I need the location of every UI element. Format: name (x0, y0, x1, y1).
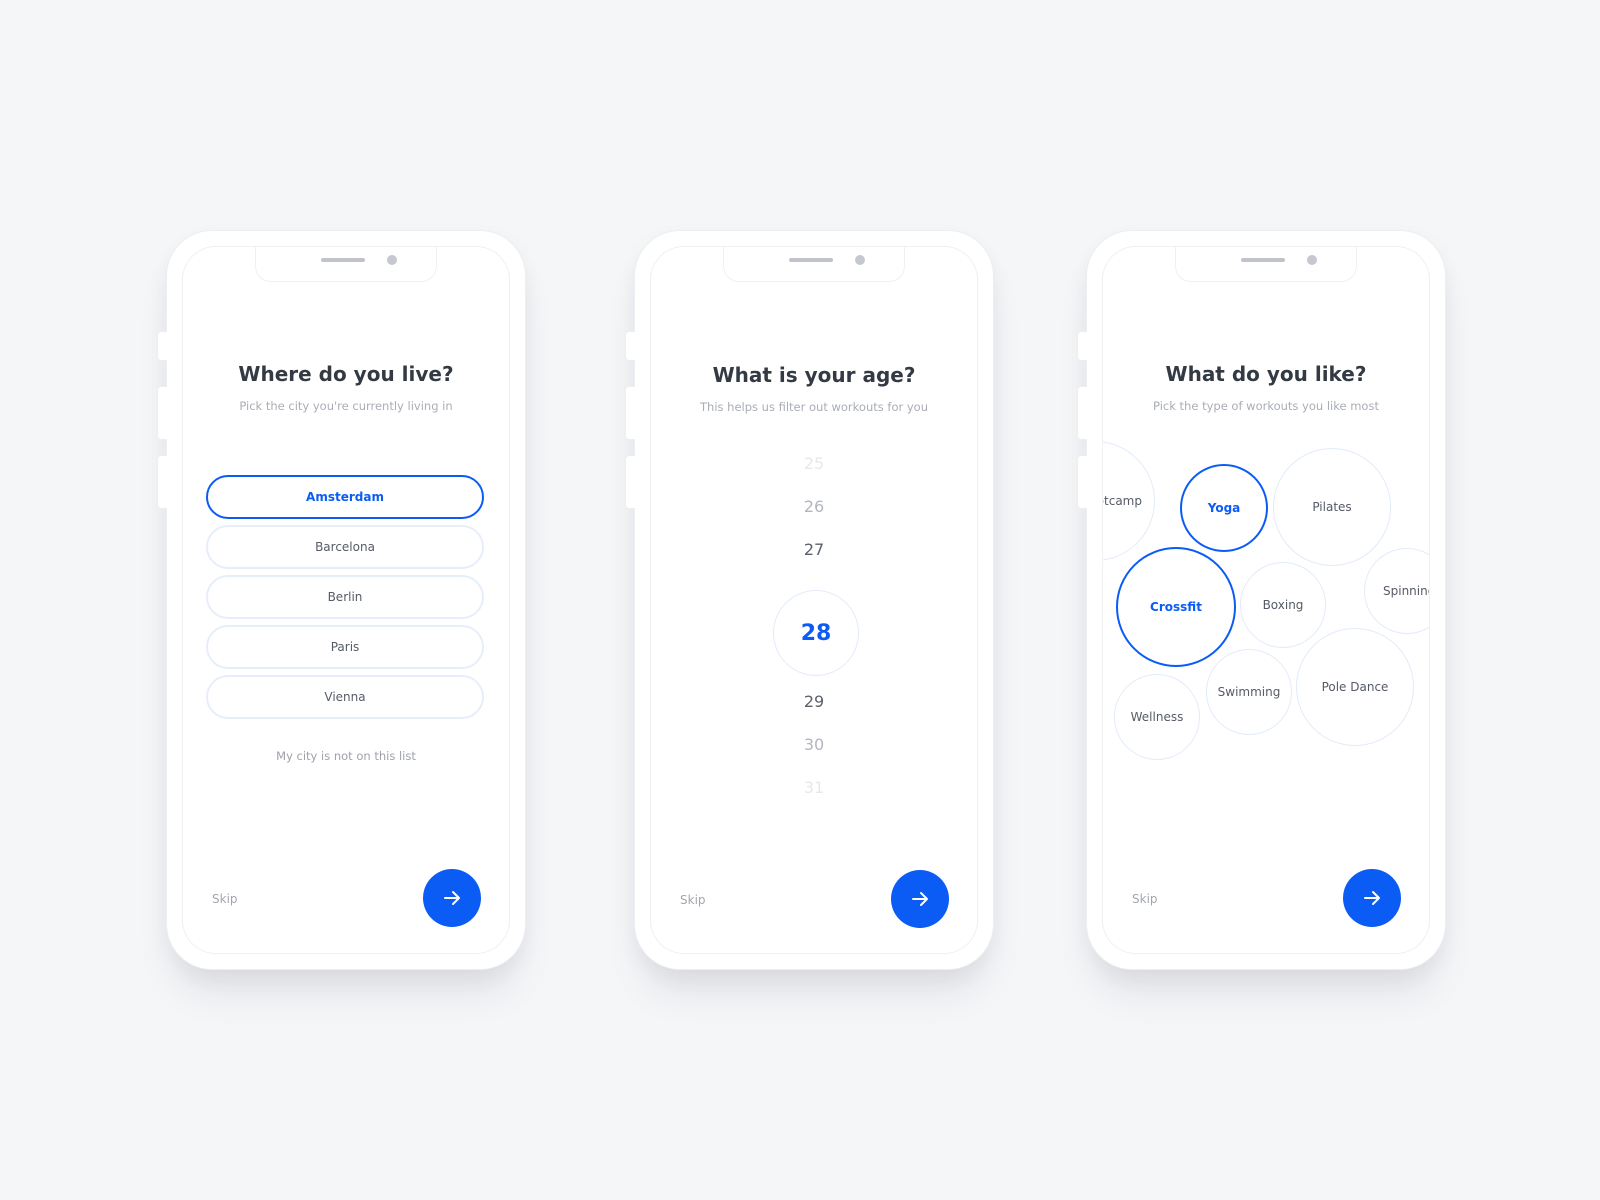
city-option-berlin[interactable]: Berlin (206, 575, 484, 619)
screen: What is your age? This helps us filter o… (650, 246, 978, 954)
city-option-paris[interactable]: Paris (206, 625, 484, 669)
age-option[interactable]: 30 (651, 735, 977, 754)
page-subtitle: This helps us filter out workouts for yo… (700, 400, 928, 414)
speaker-icon (321, 258, 365, 262)
page-title: Where do you live? (238, 362, 454, 386)
phone-side-button (157, 331, 167, 361)
phone-city-screen: Where do you live? Pick the city you're … (157, 230, 526, 970)
speaker-icon (1241, 258, 1285, 262)
camera-icon (387, 255, 397, 265)
phone-side-button (157, 386, 167, 440)
next-button[interactable] (1343, 869, 1401, 927)
age-option[interactable]: 25 (651, 454, 977, 473)
workout-bubble-wellness[interactable]: Wellness (1114, 674, 1200, 760)
phone-side-button (625, 331, 635, 361)
arrow-right-icon (1364, 891, 1380, 905)
notch (1175, 247, 1357, 282)
workout-bubble-yoga[interactable]: Yoga (1180, 464, 1268, 552)
phone-side-button (1077, 455, 1087, 509)
notch (723, 247, 905, 282)
workout-bubble-bootcamp[interactable]: Bootcamp (1103, 441, 1155, 561)
next-button[interactable] (891, 870, 949, 928)
speaker-icon (789, 258, 833, 262)
notch (255, 247, 437, 282)
age-option[interactable]: 27 (651, 540, 977, 559)
phone-side-button (625, 455, 635, 509)
page-title: What do you like? (1165, 362, 1367, 386)
next-button[interactable] (423, 869, 481, 927)
workout-bubble-boxing[interactable]: Boxing (1240, 562, 1326, 648)
phone-side-button (1077, 386, 1087, 440)
phone-side-button (157, 455, 167, 509)
workout-bubble-pilates[interactable]: Pilates (1273, 448, 1391, 566)
arrow-right-icon (444, 891, 460, 905)
skip-button[interactable]: Skip (1132, 892, 1158, 906)
age-option[interactable]: 31 (651, 778, 977, 797)
camera-icon (1307, 255, 1317, 265)
workout-bubble-swimming[interactable]: Swimming (1206, 649, 1292, 735)
phone-workouts-screen: What do you like? Pick the type of worko… (1077, 230, 1446, 970)
age-option[interactable]: 26 (651, 497, 977, 516)
screen: Where do you live? Pick the city you're … (182, 246, 510, 954)
workout-bubble-pole-dance[interactable]: Pole Dance (1296, 628, 1414, 746)
arrow-right-icon (912, 892, 928, 906)
screen: What do you like? Pick the type of worko… (1102, 246, 1430, 954)
page-title: What is your age? (712, 363, 916, 387)
workout-bubble-spinning[interactable]: Spinning (1364, 548, 1429, 634)
age-option[interactable]: 29 (651, 692, 977, 711)
city-not-listed-link[interactable]: My city is not on this list (183, 749, 509, 763)
city-option-vienna[interactable]: Vienna (206, 675, 484, 719)
phone-side-button (1077, 331, 1087, 361)
city-option-amsterdam[interactable]: Amsterdam (206, 475, 484, 519)
city-option-barcelona[interactable]: Barcelona (206, 525, 484, 569)
workout-bubble-crossfit[interactable]: Crossfit (1116, 547, 1236, 667)
skip-button[interactable]: Skip (680, 893, 706, 907)
city-list: Amsterdam Barcelona Berlin Paris Vienna (206, 475, 484, 725)
selected-age[interactable]: 28 (773, 590, 859, 676)
camera-icon (855, 255, 865, 265)
skip-button[interactable]: Skip (212, 892, 238, 906)
phone-age-screen: What is your age? This helps us filter o… (625, 230, 994, 970)
phone-side-button (625, 386, 635, 440)
page-subtitle: Pick the type of workouts you like most (1153, 399, 1379, 413)
page-subtitle: Pick the city you're currently living in (239, 399, 453, 413)
